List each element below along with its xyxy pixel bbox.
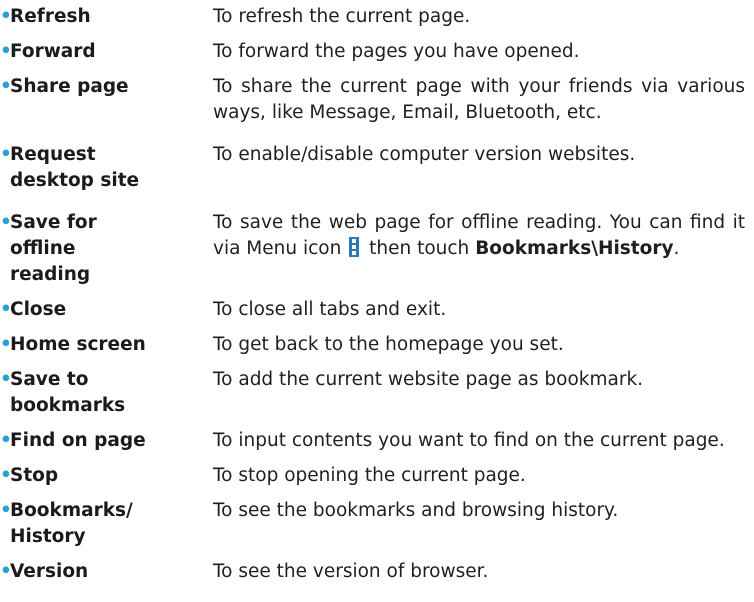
item-description: To close all tabs and exit. xyxy=(213,299,447,320)
desc-text-middle: then touch xyxy=(369,238,470,259)
item-description: To refresh the current page. xyxy=(213,6,471,27)
item-term: Find on page xyxy=(10,430,146,451)
item-term: Forward xyxy=(10,41,96,62)
bullet: • xyxy=(0,299,12,320)
bullet: • xyxy=(0,6,12,27)
item-description: To input contents you want to find on th… xyxy=(213,430,725,451)
item-term: Request desktop site xyxy=(10,144,140,191)
list-item-version: • Version To see the version of browser. xyxy=(0,559,754,585)
item-description: To share the current page with your frie… xyxy=(213,76,745,123)
item-description: To add the current website page as bookm… xyxy=(213,369,644,390)
item-term: Save to bookmarks xyxy=(10,369,126,416)
bullet: • xyxy=(0,41,12,62)
list-item-forward: • Forward To forward the pages you have … xyxy=(0,39,754,65)
bullet: • xyxy=(0,144,12,165)
bullet: • xyxy=(0,465,12,486)
bullet: • xyxy=(0,430,12,451)
bullet: • xyxy=(0,561,12,582)
list-item-stop: • Stop To stop opening the current page. xyxy=(0,463,754,489)
item-term: Save for offline reading xyxy=(10,212,97,285)
browser-menu-option-list: • Refresh To refresh the current page. •… xyxy=(0,4,754,585)
item-term: Bookmarks/ History xyxy=(10,500,133,547)
list-item-home-screen: • Home screen To get back to the homepag… xyxy=(0,332,754,358)
bullet: • xyxy=(0,334,12,355)
item-term: Close xyxy=(10,299,67,320)
item-description: To stop opening the current page. xyxy=(213,465,526,486)
bullet: • xyxy=(0,212,12,233)
item-description: To see the bookmarks and browsing histor… xyxy=(213,500,619,521)
list-item-request-desktop-site: • Request desktop site To enable/disable… xyxy=(0,142,754,194)
list-item-share-page: • Share page To share the current page w… xyxy=(0,74,754,126)
desc-text-after: . xyxy=(673,238,680,259)
list-item-bookmarks-history: • Bookmarks/ History To see the bookmark… xyxy=(0,498,754,550)
list-item-save-offline: • Save for offline reading To save the w… xyxy=(0,210,754,288)
list-item-find-on-page: • Find on page To input contents you wan… xyxy=(0,428,754,454)
bullet: • xyxy=(0,369,12,390)
item-term: Stop xyxy=(10,465,59,486)
menu-more-icon xyxy=(349,237,360,257)
list-item-close: • Close To close all tabs and exit. xyxy=(0,297,754,323)
list-item-save-to-bookmarks: • Save to bookmarks To add the current w… xyxy=(0,367,754,419)
item-description: To get back to the homepage you set. xyxy=(213,334,564,355)
bullet: • xyxy=(0,76,12,97)
item-description: To enable/disable computer version websi… xyxy=(213,144,636,165)
item-term: Refresh xyxy=(10,6,91,27)
item-description: To see the version of browser. xyxy=(213,561,489,582)
list-item-refresh: • Refresh To refresh the current page. xyxy=(0,4,754,30)
item-term: Home screen xyxy=(10,334,146,355)
item-description: To forward the pages you have opened. xyxy=(213,41,580,62)
item-description: To save the web page for offline reading… xyxy=(213,210,745,262)
bullet: • xyxy=(0,500,12,521)
item-term: Version xyxy=(10,561,89,582)
desc-text-bold: Bookmarks\History xyxy=(475,238,674,259)
item-term: Share page xyxy=(10,76,129,97)
